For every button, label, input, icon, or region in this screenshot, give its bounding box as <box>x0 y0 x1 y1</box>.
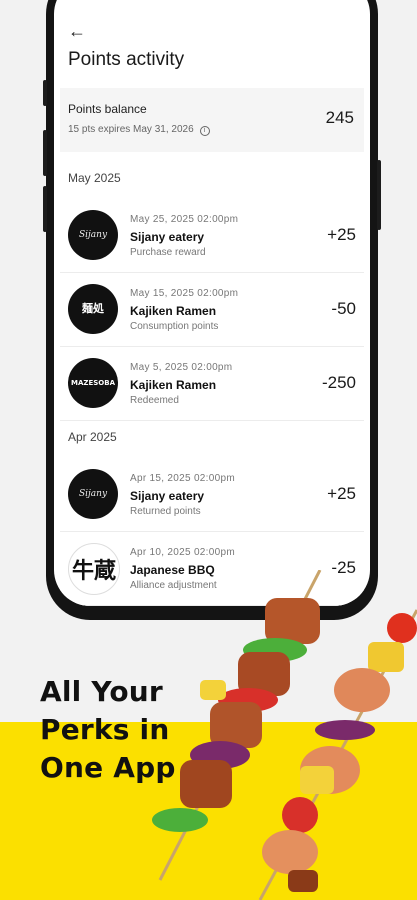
tomato-piece <box>387 613 417 643</box>
chicken-piece <box>265 598 320 644</box>
chicken-piece <box>288 870 318 892</box>
month-header: May 2025 <box>68 171 121 185</box>
balance-value: 245 <box>325 108 354 127</box>
activity-merchant: Sijany eatery <box>130 489 205 503</box>
activity-row[interactable]: Sijany Apr 15, 2025 02:00pm Sijany eater… <box>60 459 364 532</box>
app-screen: ← Points activity Points balance 15 pts … <box>54 0 370 606</box>
back-arrow-icon[interactable]: ← <box>68 21 86 42</box>
activity-points: +25 <box>327 484 356 503</box>
activity-row[interactable]: Sijany May 25, 2025 02:00pm Sijany eater… <box>60 200 364 273</box>
onion-piece <box>315 720 375 740</box>
activity-type: Purchase reward <box>130 247 206 258</box>
balance-expiry: 15 pts expires May 31, 2026 i <box>68 124 210 136</box>
page-title: Points activity <box>68 49 185 70</box>
logo-text: 牛蔵 <box>71 558 116 584</box>
activity-date: May 15, 2025 02:00pm <box>130 288 239 299</box>
merchant-logo: Sijany <box>68 210 118 260</box>
pepper-piece <box>152 808 208 832</box>
phone-side-button <box>43 130 47 176</box>
tomato-piece <box>282 797 318 833</box>
activity-type: Returned points <box>130 506 201 517</box>
phone-side-button <box>43 186 47 232</box>
points-balance-card: Points balance 15 pts expires May 31, 20… <box>60 88 364 152</box>
logo-text: Sijany <box>78 230 108 240</box>
activity-type: Consumption points <box>130 321 219 332</box>
activity-merchant: Kajiken Ramen <box>130 304 217 318</box>
pineapple-piece <box>200 680 226 700</box>
pineapple-piece <box>368 642 404 672</box>
activity-type: Redeemed <box>130 395 179 406</box>
activity-points: -50 <box>331 299 356 318</box>
merchant-logo: 牛蔵 <box>68 543 120 595</box>
activity-points: +25 <box>327 225 356 244</box>
skewer-image <box>152 570 417 900</box>
logo-text: 麺処 <box>82 302 104 315</box>
activity-merchant: Kajiken Ramen <box>130 378 217 392</box>
shrimp-piece <box>262 830 318 874</box>
logo-text: Sijany <box>78 489 108 499</box>
activity-date: Apr 15, 2025 02:00pm <box>130 473 235 484</box>
merchant-logo: Sijany <box>68 469 118 519</box>
month-header: Apr 2025 <box>68 430 117 444</box>
phone-frame: ← Points activity Points balance 15 pts … <box>43 0 381 620</box>
shrimp-piece <box>334 668 390 712</box>
activity-date: Apr 10, 2025 02:00pm <box>130 547 235 558</box>
activity-row[interactable]: MAZESOBA May 5, 2025 02:00pm Kajiken Ram… <box>60 348 364 421</box>
phone-side-button <box>377 160 381 230</box>
activity-date: May 25, 2025 02:00pm <box>130 214 239 225</box>
activity-row[interactable]: 麺処 May 15, 2025 02:00pm Kajiken Ramen Co… <box>60 274 364 347</box>
merchant-logo: MAZESOBA <box>68 358 118 408</box>
phone-side-button <box>43 80 47 106</box>
activity-points: -250 <box>321 373 356 392</box>
merchant-logo: 麺処 <box>68 284 118 334</box>
activity-date: May 5, 2025 02:00pm <box>130 362 233 373</box>
expiry-text: 15 pts expires May 31, 2026 <box>68 124 194 135</box>
info-icon[interactable]: i <box>199 126 210 136</box>
logo-text: MAZESOBA <box>71 379 115 387</box>
chicken-piece <box>180 760 232 808</box>
balance-label: Points balance <box>68 102 147 116</box>
activity-merchant: Sijany eatery <box>130 230 205 244</box>
pineapple-piece <box>300 766 334 794</box>
